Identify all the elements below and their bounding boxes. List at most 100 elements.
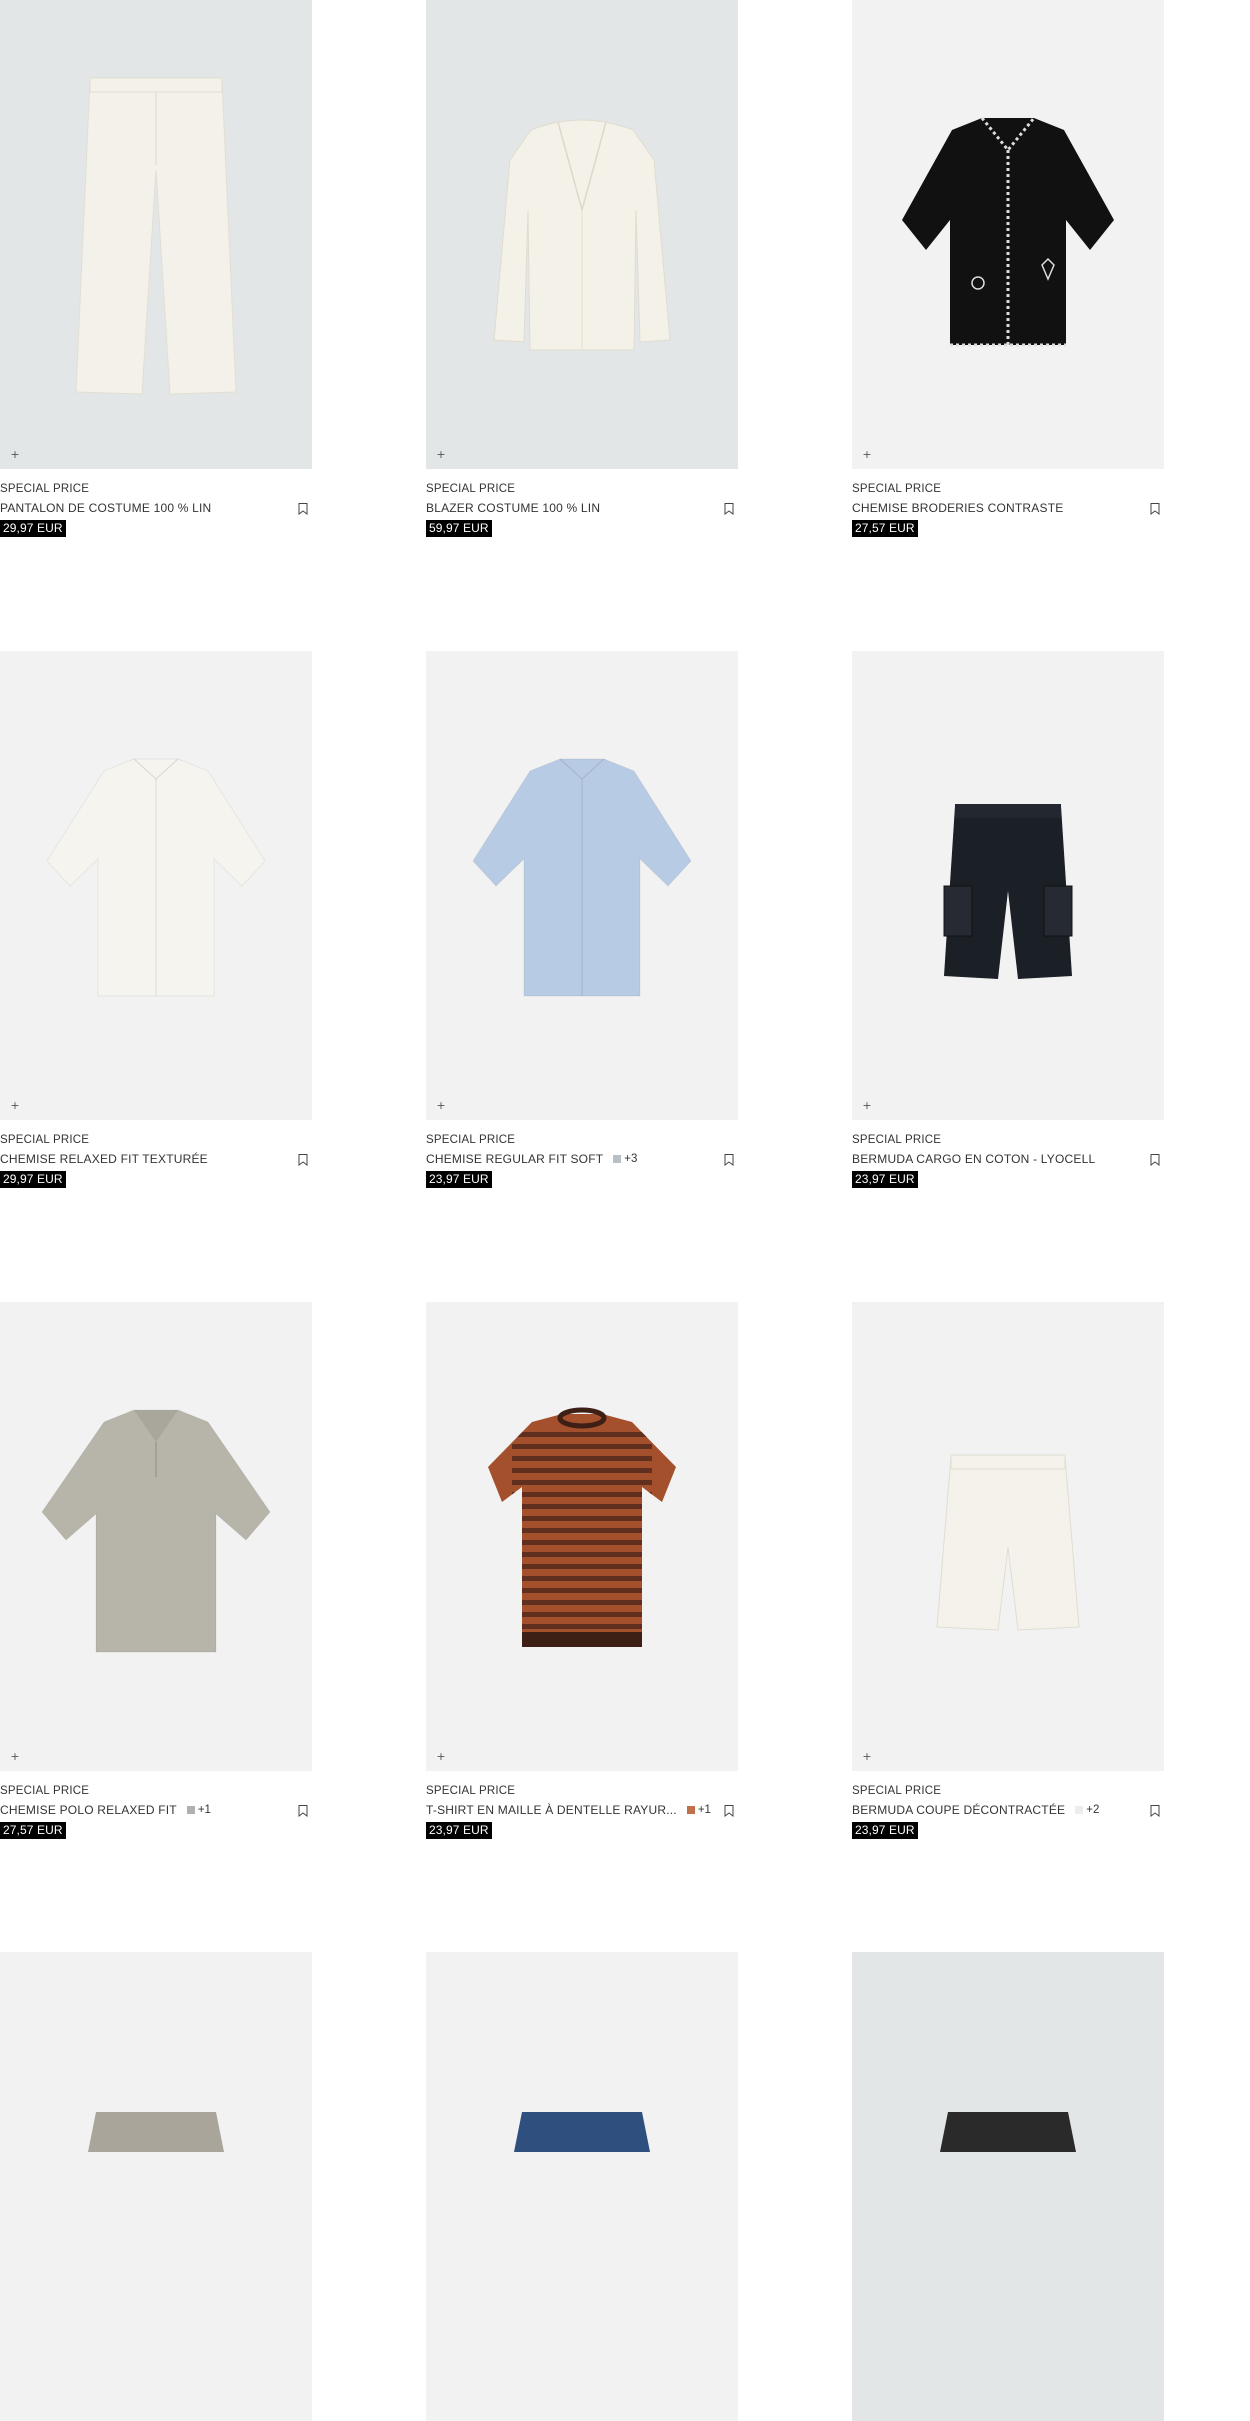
more-colors-count[interactable]: +3 [624, 1152, 637, 1166]
product-image-garment [514, 2112, 650, 2152]
bookmark-icon[interactable] [298, 503, 308, 515]
plus-icon[interactable]: + [435, 1100, 447, 1112]
product-name-link[interactable]: CHEMISE POLO RELAXED FIT [0, 1803, 177, 1817]
color-swatch[interactable] [1075, 1806, 1084, 1814]
product-info: SPECIAL PRICE CHEMISE BRODERIES CONTRASTE… [852, 469, 1164, 537]
product-name-link[interactable]: CHEMISE BRODERIES CONTRASTE [852, 501, 1063, 515]
plus-icon[interactable]: + [435, 1751, 447, 1763]
bookmark-icon[interactable] [1150, 503, 1160, 515]
product-card[interactable]: + SPECIAL PRICE PANTALON DE COSTUME 100 % … [0, 0, 312, 537]
product-image[interactable]: + [426, 1302, 738, 1771]
special-price-tag: SPECIAL PRICE [852, 1134, 942, 1146]
more-colors-count[interactable]: +1 [198, 1803, 211, 1817]
special-price-tag: SPECIAL PRICE [0, 1134, 90, 1146]
product-card[interactable]: + SPECIAL PRICE BERMUDA COUPE DÉCONTRACTÉE… [852, 1302, 1164, 1839]
color-swatch[interactable] [186, 1806, 195, 1814]
price-badge: 23,97 EUR [426, 1822, 492, 1839]
price-badge: 27,57 EUR [852, 520, 918, 537]
product-image[interactable] [426, 1952, 738, 2421]
plus-icon[interactable]: + [9, 1100, 21, 1112]
price-badge: 23,97 EUR [426, 1171, 492, 1188]
product-card[interactable]: + SPECIAL PRICE CHEMISE REGULAR FIT SOFT +3… [426, 651, 738, 1188]
product-card[interactable]: + SPECIAL PRICE CHEMISE BRODERIES CONTRAST… [852, 0, 1164, 537]
plus-icon[interactable]: + [9, 1751, 21, 1763]
product-card[interactable] [852, 1952, 1164, 2421]
product-card[interactable] [426, 1952, 738, 2421]
product-card[interactable] [0, 1952, 312, 2421]
product-image-garment [472, 758, 692, 997]
product-image[interactable]: + [0, 1302, 312, 1771]
bookmark-icon[interactable] [1150, 1805, 1160, 1817]
product-image-garment [75, 77, 237, 395]
price-badge: 29,97 EUR [0, 520, 66, 537]
product-image-garment [493, 119, 671, 351]
bookmark-icon[interactable] [298, 1805, 308, 1817]
more-colors-count[interactable]: +2 [1086, 1803, 1099, 1817]
bookmark-icon[interactable] [724, 1805, 734, 1817]
product-name-row: BERMUDA COUPE DÉCONTRACTÉE +2 [852, 1803, 1164, 1817]
product-info: SPECIAL PRICE CHEMISE POLO RELAXED FIT +1 2… [0, 1771, 312, 1839]
color-swatch[interactable] [613, 1155, 622, 1163]
product-image-garment [88, 2112, 224, 2152]
product-image-garment [940, 2112, 1076, 2152]
price-badge: 59,97 EUR [426, 520, 492, 537]
product-name-link[interactable]: BERMUDA COUPE DÉCONTRACTÉE [852, 1803, 1065, 1817]
product-info: SPECIAL PRICE BERMUDA COUPE DÉCONTRACTÉE +… [852, 1771, 1164, 1839]
product-name-row: CHEMISE POLO RELAXED FIT +1 [0, 1803, 312, 1817]
special-price-tag: SPECIAL PRICE [426, 1785, 516, 1797]
more-colors-count[interactable]: +1 [698, 1803, 711, 1817]
product-image[interactable]: + [0, 651, 312, 1120]
plus-icon[interactable]: + [861, 1100, 873, 1112]
price-badge: 23,97 EUR [852, 1822, 918, 1839]
product-info: SPECIAL PRICE CHEMISE RELAXED FIT TEXTURÉ… [0, 1120, 312, 1188]
product-info: SPECIAL PRICE T-SHIRT EN MAILLE À DENTELL… [426, 1771, 738, 1839]
product-image[interactable]: + [852, 651, 1164, 1120]
product-image[interactable]: + [426, 651, 738, 1120]
product-name-row: BERMUDA CARGO EN COTON - LYOCELL [852, 1152, 1164, 1166]
plus-icon[interactable]: + [861, 449, 873, 461]
bookmark-icon[interactable] [724, 1154, 734, 1166]
color-swatch[interactable] [686, 1806, 695, 1814]
product-image-garment [936, 1454, 1080, 1631]
product-info: SPECIAL PRICE CHEMISE REGULAR FIT SOFT +3 2… [426, 1120, 738, 1188]
product-card[interactable]: + SPECIAL PRICE CHEMISE RELAXED FIT TEXTUR… [0, 651, 312, 1188]
product-name-row: CHEMISE REGULAR FIT SOFT +3 [426, 1152, 738, 1166]
product-name-link[interactable]: CHEMISE REGULAR FIT SOFT [426, 1152, 603, 1166]
product-image-garment [943, 804, 1073, 979]
product-name-row: PANTALON DE COSTUME 100 % LIN [0, 501, 312, 515]
product-info: SPECIAL PRICE BERMUDA CARGO EN COTON - LY… [852, 1120, 1164, 1188]
product-image[interactable] [852, 1952, 1164, 2421]
product-image[interactable]: + [852, 1302, 1164, 1771]
product-image-garment [488, 1407, 676, 1647]
product-name-link[interactable]: CHEMISE RELAXED FIT TEXTURÉE [0, 1152, 208, 1166]
price-badge: 23,97 EUR [852, 1171, 918, 1188]
product-card[interactable]: + SPECIAL PRICE CHEMISE POLO RELAXED FIT +1… [0, 1302, 312, 1839]
product-image[interactable]: + [852, 0, 1164, 469]
product-info: SPECIAL PRICE BLAZER COSTUME 100 % LIN 59,… [426, 469, 738, 537]
bookmark-icon[interactable] [298, 1154, 308, 1166]
product-name-link[interactable]: PANTALON DE COSTUME 100 % LIN [0, 501, 211, 515]
product-image-garment [902, 117, 1114, 347]
product-image[interactable]: + [426, 0, 738, 469]
product-name-row: CHEMISE BRODERIES CONTRASTE [852, 501, 1164, 515]
product-image-garment [41, 1409, 271, 1653]
plus-icon[interactable]: + [861, 1751, 873, 1763]
product-name-link[interactable]: BERMUDA CARGO EN COTON - LYOCELL [852, 1152, 1095, 1166]
plus-icon[interactable]: + [9, 449, 21, 461]
product-name-row: CHEMISE RELAXED FIT TEXTURÉE [0, 1152, 312, 1166]
bookmark-icon[interactable] [1150, 1154, 1160, 1166]
bookmark-icon[interactable] [724, 503, 734, 515]
product-card[interactable]: + SPECIAL PRICE BLAZER COSTUME 100 % LIN 59… [426, 0, 738, 537]
special-price-tag: SPECIAL PRICE [852, 483, 942, 495]
plus-icon[interactable]: + [435, 449, 447, 461]
product-image[interactable] [0, 1952, 312, 2421]
product-card[interactable]: + SPECIAL PRICE T-SHIRT EN MAILLE À DENTEL… [426, 1302, 738, 1839]
product-image[interactable]: + [0, 0, 312, 469]
product-image-garment [46, 758, 266, 997]
product-name-link[interactable]: T-SHIRT EN MAILLE À DENTELLE RAYUR... [426, 1803, 677, 1817]
special-price-tag: SPECIAL PRICE [852, 1785, 942, 1797]
product-card[interactable]: + SPECIAL PRICE BERMUDA CARGO EN COTON - L… [852, 651, 1164, 1188]
price-badge: 29,97 EUR [0, 1171, 66, 1188]
product-info: SPECIAL PRICE PANTALON DE COSTUME 100 % L… [0, 469, 312, 537]
product-name-link[interactable]: BLAZER COSTUME 100 % LIN [426, 501, 600, 515]
